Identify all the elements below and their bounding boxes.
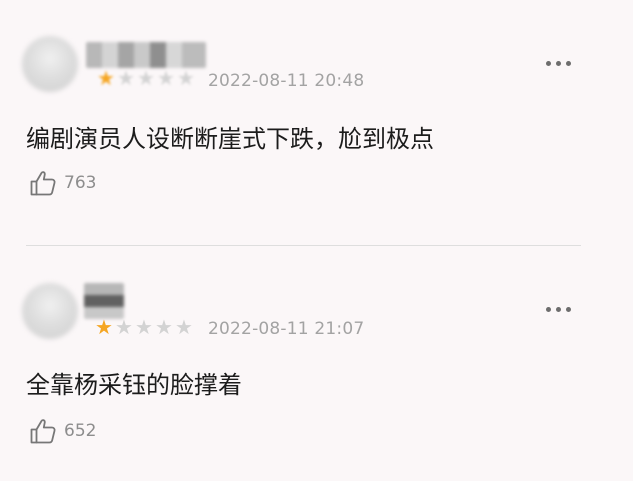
like-count: 763	[64, 173, 97, 193]
comment-text: 编剧演员人设断断崖式下跌，尬到极点	[26, 125, 434, 153]
avatar[interactable]	[22, 283, 78, 339]
more-dots-icon	[545, 306, 551, 312]
more-dot	[565, 60, 571, 66]
more-dots-icon	[545, 60, 551, 66]
avatar[interactable]	[22, 36, 78, 92]
star-empty-icon: ★	[177, 66, 195, 90]
divider	[26, 245, 581, 246]
comment-item: ★ ★ ★ ★ ★ 2022-08-11 20:48 编剧演员人设断断崖式下跌，尬到极点…	[0, 0, 633, 246]
star-empty-icon: ★	[115, 315, 133, 339]
like-button[interactable]: 763	[28, 168, 96, 198]
star-empty-icon: ★	[117, 66, 135, 90]
star-filled-icon: ★	[95, 315, 113, 339]
star-empty-icon: ★	[175, 315, 193, 339]
more-dot	[565, 306, 571, 312]
more-options-button[interactable]	[540, 299, 576, 319]
more-dot	[555, 60, 561, 66]
thumbs-up-icon	[30, 171, 56, 196]
comment-date: 2022-08-11 20:48	[208, 71, 365, 91]
more-options-button[interactable]	[540, 53, 576, 73]
more-dot	[555, 306, 561, 312]
username-blurred[interactable]	[86, 42, 206, 68]
star-rating: ★ ★ ★ ★ ★	[96, 68, 196, 88]
star-filled-icon: ★	[97, 66, 115, 90]
like-count: 652	[64, 421, 97, 441]
star-empty-icon: ★	[155, 315, 173, 339]
star-empty-icon: ★	[135, 315, 153, 339]
star-rating: ★ ★ ★ ★ ★	[94, 317, 194, 337]
star-empty-icon: ★	[137, 66, 155, 90]
comment-date: 2022-08-11 21:07	[208, 319, 365, 339]
comment-list: ★ ★ ★ ★ ★ 2022-08-11 20:48 编剧演员人设断断崖式下跌，尬到极点…	[0, 0, 633, 481]
thumbs-up-icon	[30, 419, 56, 444]
username-blurred[interactable]	[84, 283, 124, 319]
comment-item: ★ ★ ★ ★ ★ 2022-08-11 21:07 全靠杨采钰的脸撑着 652	[0, 247, 633, 481]
comment-text: 全靠杨采钰的脸撑着	[26, 371, 242, 399]
star-empty-icon: ★	[157, 66, 175, 90]
like-button[interactable]: 652	[28, 416, 96, 446]
